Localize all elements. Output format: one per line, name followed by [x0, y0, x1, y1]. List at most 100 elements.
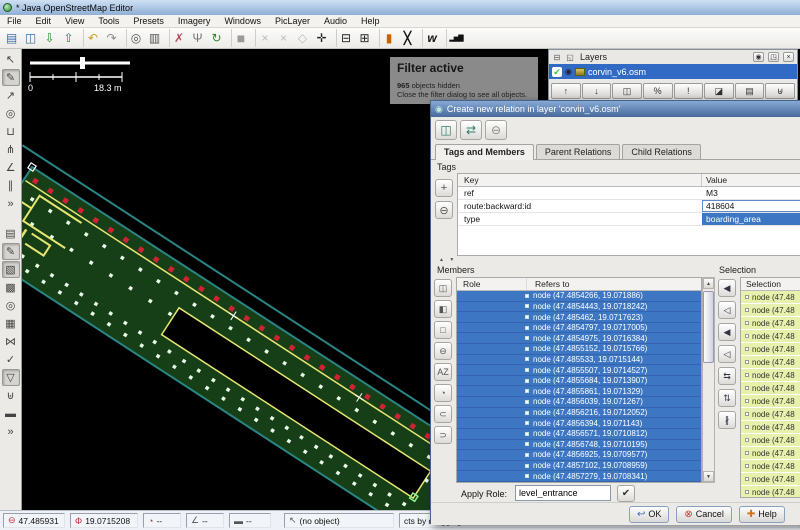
- scrollbar-track[interactable]: [703, 289, 714, 471]
- dialog-titlebar[interactable]: ◉ Create new relation in layer 'corvin_v…: [431, 101, 800, 117]
- selection-row[interactable]: node (47.48: [741, 447, 800, 460]
- toolbar-icon[interactable]: ×: [274, 29, 293, 47]
- toolbar-icon[interactable]: ▤: [2, 29, 21, 47]
- members-tool-button[interactable]: ⊂: [434, 405, 452, 423]
- toolbar-icon[interactable]: ⊟: [336, 29, 355, 47]
- selection-row[interactable]: node (47.48: [741, 317, 800, 330]
- tag-row[interactable]: route:backward:id 418604: [458, 200, 800, 213]
- selection-row[interactable]: node (47.48: [741, 486, 800, 498]
- tool-icon[interactable]: ▽: [2, 369, 20, 386]
- menu-item[interactable]: View: [58, 16, 91, 26]
- tool-icon[interactable]: ◎: [2, 297, 20, 314]
- toolbar-icon[interactable]: ▥: [145, 29, 164, 47]
- toolbar-icon[interactable]: ╳: [398, 29, 417, 47]
- ok-button[interactable]: ↩ OK: [629, 506, 669, 523]
- layers-panel-button[interactable]: ↑: [551, 83, 581, 99]
- member-row[interactable]: node (47.485533, 19.0715144): [457, 355, 701, 366]
- member-row[interactable]: node (47.485462, 19.0717623): [457, 312, 701, 323]
- tool-icon[interactable]: ∠: [2, 159, 20, 176]
- members-tool-button[interactable]: ◧: [434, 300, 452, 318]
- menu-item[interactable]: PicLayer: [268, 16, 317, 26]
- tool-icon[interactable]: ▩: [2, 279, 20, 296]
- panel-minimize-button[interactable]: ◉: [753, 52, 764, 62]
- tool-icon[interactable]: ✎: [2, 243, 20, 260]
- panel-close-button[interactable]: ×: [783, 52, 794, 62]
- menu-item[interactable]: Presets: [126, 16, 171, 26]
- member-row[interactable]: node (47.4857279, 19.0708341): [457, 471, 701, 482]
- cancel-button[interactable]: ⊗ Cancel: [676, 506, 731, 523]
- tool-icon[interactable]: ▧: [2, 261, 20, 278]
- toolbar-icon[interactable]: w: [422, 29, 441, 47]
- tag-value[interactable]: M3: [702, 187, 800, 199]
- menu-item[interactable]: Tools: [91, 16, 126, 26]
- tool-icon[interactable]: ∥: [2, 177, 20, 194]
- toolbar-icon[interactable]: ×: [255, 29, 274, 47]
- selection-tool-button[interactable]: ◁: [718, 345, 736, 363]
- dialog-toolbar-button[interactable]: ⇄: [460, 120, 482, 140]
- panel-detach-button[interactable]: ◳: [768, 52, 779, 62]
- selection-row[interactable]: node (47.48: [741, 421, 800, 434]
- toolbar-icon[interactable]: ▮: [379, 29, 398, 47]
- layers-panel-button[interactable]: ↓: [582, 83, 612, 99]
- tool-icon[interactable]: ↗: [2, 87, 20, 104]
- tool-icon[interactable]: »: [2, 195, 20, 212]
- layers-panel-button[interactable]: ⊎: [765, 83, 795, 99]
- apply-role-input[interactable]: [515, 485, 611, 501]
- toolbar-icon[interactable]: ▂▅▇: [446, 29, 465, 47]
- tool-icon[interactable]: ⋈: [2, 333, 20, 350]
- tool-icon[interactable]: ◎: [2, 105, 20, 122]
- tool-icon[interactable]: ✓: [2, 351, 20, 368]
- toolbar-icon[interactable]: ◇: [293, 29, 312, 47]
- members-tool-button[interactable]: ⊖: [434, 342, 452, 360]
- toolbar-icon[interactable]: ⇧: [59, 29, 78, 47]
- tool-icon[interactable]: ▬: [2, 405, 20, 422]
- member-row[interactable]: node (47.4855684, 19.0713907): [457, 376, 701, 387]
- tag-row[interactable]: ref M3: [458, 187, 800, 200]
- menu-item[interactable]: Edit: [29, 16, 59, 26]
- members-tool-button[interactable]: ◔: [434, 384, 452, 402]
- toolbar-icon[interactable]: ↶: [83, 29, 102, 47]
- toolbar-icon[interactable]: ↷: [102, 29, 121, 47]
- member-row[interactable]: node (47.4854266, 19.071886): [457, 291, 701, 302]
- tool-icon[interactable]: ↖: [2, 51, 20, 68]
- toolbar-icon[interactable]: ↻: [207, 29, 226, 47]
- menu-item[interactable]: Audio: [317, 16, 354, 26]
- selection-tool-button[interactable]: ⇅: [718, 389, 736, 407]
- member-row[interactable]: node (47.4854975, 19.0716384): [457, 333, 701, 344]
- member-row[interactable]: node (47.4856748, 19.0710195): [457, 440, 701, 451]
- selection-tool-button[interactable]: ◀: [718, 323, 736, 341]
- tag-key[interactable]: ref: [458, 187, 702, 199]
- toolbar-icon[interactable]: ◎: [126, 29, 145, 47]
- tag-value[interactable]: boarding_area: [702, 213, 800, 225]
- tab-child-relations[interactable]: Child Relations: [622, 144, 701, 159]
- selection-tool-button[interactable]: ◀: [718, 279, 736, 297]
- selection-row[interactable]: node (47.48: [741, 369, 800, 382]
- menu-item[interactable]: Imagery: [171, 16, 218, 26]
- tool-icon[interactable]: ⋔: [2, 141, 20, 158]
- splitter-arrows[interactable]: ▲ ▼: [439, 257, 456, 263]
- toolbar-icon[interactable]: ■: [231, 29, 250, 47]
- tool-icon[interactable]: ⊎: [2, 387, 20, 404]
- layers-panel-button[interactable]: ◫: [612, 83, 642, 99]
- tool-icon[interactable]: ▤: [2, 225, 20, 242]
- layers-panel-button[interactable]: !: [674, 83, 704, 99]
- toolbar-icon[interactable]: ⇩: [40, 29, 59, 47]
- menu-item[interactable]: File: [0, 16, 29, 26]
- selection-row[interactable]: node (47.48: [741, 460, 800, 473]
- tool-icon[interactable]: »: [2, 423, 20, 440]
- selection-row[interactable]: node (47.48: [741, 395, 800, 408]
- menu-item[interactable]: Help: [354, 16, 387, 26]
- selection-row[interactable]: node (47.48: [741, 434, 800, 447]
- tag-key[interactable]: type: [458, 213, 702, 225]
- member-row[interactable]: node (47.4856216, 19.0712052): [457, 408, 701, 419]
- tab-tags-and-members[interactable]: Tags and Members: [435, 144, 534, 160]
- help-button[interactable]: ✚ Help: [739, 506, 785, 523]
- layer-active-check-icon[interactable]: ✔: [552, 67, 562, 77]
- selection-row[interactable]: node (47.48: [741, 304, 800, 317]
- tag-row[interactable]: type boarding_area: [458, 213, 800, 226]
- selection-row[interactable]: node (47.48: [741, 343, 800, 356]
- layer-visibility-icon[interactable]: ◉: [565, 67, 572, 76]
- selection-tool-button[interactable]: ∦: [718, 411, 736, 429]
- tool-icon[interactable]: ✎: [2, 69, 20, 86]
- selection-row[interactable]: node (47.48: [741, 291, 800, 304]
